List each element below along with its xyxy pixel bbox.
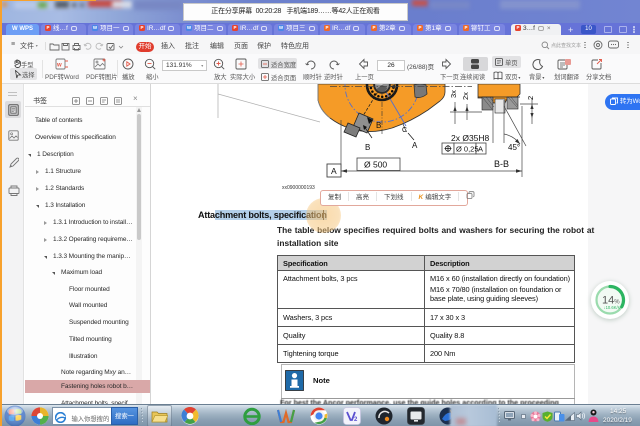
svg-text:B: B: [376, 121, 381, 130]
svg-text:Ø 0,25: Ø 0,25: [456, 145, 479, 154]
svg-text:Ø 500: Ø 500: [364, 160, 387, 170]
svg-text:45°: 45°: [508, 143, 520, 152]
svg-text:B: B: [365, 143, 370, 152]
svg-text:2x Ø35H8: 2x Ø35H8: [451, 133, 490, 143]
svg-text:↓10.6K/s: ↓10.6K/s: [604, 305, 620, 310]
svg-text:2x: 2x: [461, 92, 470, 100]
svg-text:A: A: [412, 141, 418, 150]
svg-text:B-B: B-B: [494, 159, 509, 169]
svg-text:3x: 3x: [449, 90, 458, 98]
svg-text:2: 2: [526, 96, 535, 100]
svg-text:A: A: [478, 145, 483, 154]
svg-text:A: A: [331, 166, 337, 176]
svg-text:w: w: [56, 63, 62, 69]
